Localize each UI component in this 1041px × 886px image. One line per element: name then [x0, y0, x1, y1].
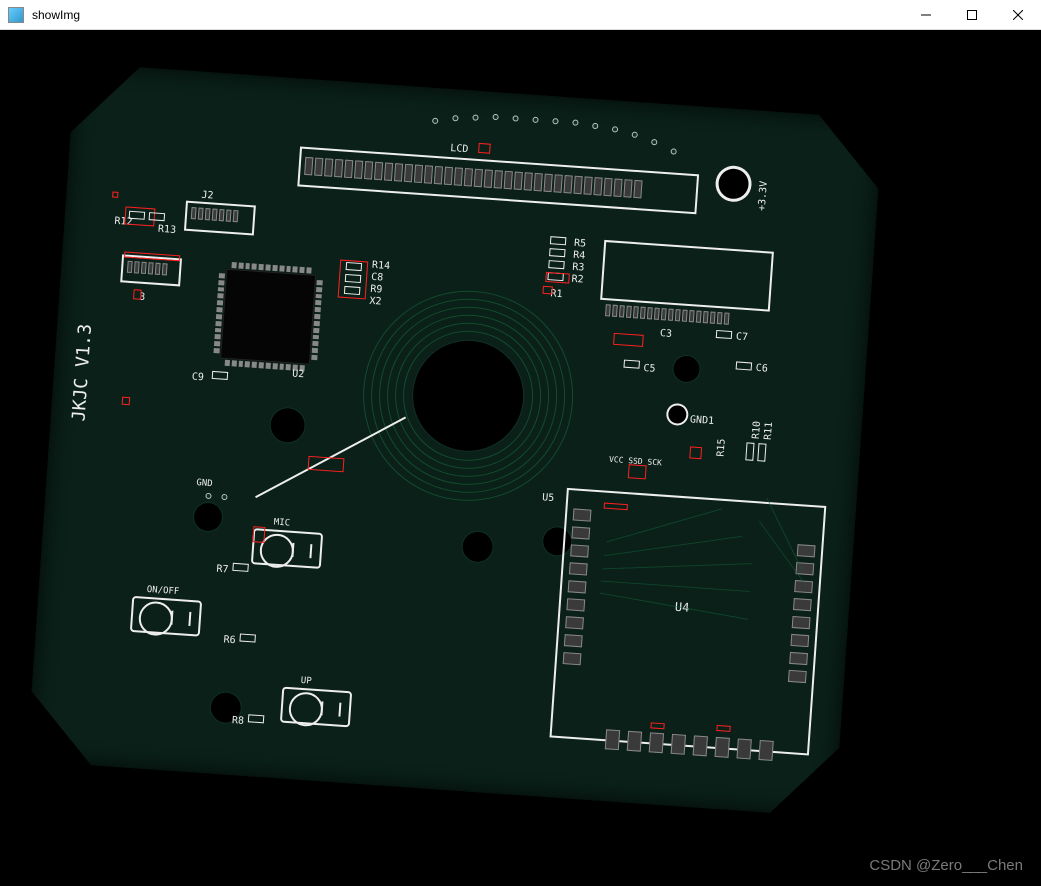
up-label: UP	[300, 676, 312, 687]
defect-mark	[112, 192, 118, 198]
gnd1-label: GND1	[690, 414, 715, 427]
r8-label: R8	[231, 715, 244, 727]
defect-mark	[478, 143, 491, 154]
defect-mark	[308, 456, 345, 472]
r15-label: R15	[715, 438, 727, 457]
window-title: showImg	[32, 8, 80, 22]
mounting-hole	[462, 531, 494, 563]
onoff-label: ON/OFF	[146, 585, 179, 597]
lcd-label: LCD	[450, 143, 469, 155]
right-ic-outline	[600, 240, 774, 312]
defect-mark	[650, 722, 664, 729]
x2-label: X2	[369, 296, 382, 308]
r5-label: R5	[574, 238, 587, 250]
pcb-board: JKJC V1.3 LCD	[27, 63, 884, 818]
c5-label: C5	[643, 363, 656, 375]
r11-label: R11	[763, 422, 775, 441]
board-version-label: JKJC V1.3	[68, 323, 96, 422]
r3-label: R3	[572, 262, 585, 274]
c9-label: C9	[191, 371, 204, 383]
c3-label: C3	[660, 328, 673, 340]
close-icon	[1013, 10, 1023, 20]
titlebar[interactable]: showImg	[0, 0, 1041, 30]
app-icon	[8, 7, 24, 23]
defect-mark	[252, 526, 265, 543]
gnd-label: GND	[196, 478, 213, 489]
mounting-hole	[718, 168, 750, 200]
c6-label: C6	[755, 363, 768, 375]
r10-label: R10	[751, 421, 763, 440]
defect-mark	[716, 725, 730, 732]
watermark-text: CSDN @Zero___Chen	[869, 857, 1023, 874]
r9-label: R9	[370, 284, 383, 296]
u2-chip	[220, 269, 316, 365]
r6-label: R6	[223, 634, 236, 646]
c8-label: C8	[371, 272, 384, 284]
onoff-switch	[130, 596, 202, 637]
maximize-button[interactable]	[949, 0, 995, 30]
defect-mark	[542, 286, 553, 295]
app-window: showImg JKJC V1.3 LCD	[0, 0, 1041, 886]
close-button[interactable]	[995, 0, 1041, 30]
r7-label: R7	[216, 564, 229, 576]
u4-outline	[549, 488, 826, 756]
mounting-hole	[269, 407, 305, 443]
u2-label: U2	[292, 368, 305, 380]
r14-label: R14	[372, 260, 391, 272]
c7-label: C7	[735, 331, 748, 343]
up-switch	[280, 687, 352, 728]
minimize-button[interactable]	[903, 0, 949, 30]
mic-label: MIC	[273, 518, 290, 529]
gnd1-hole	[668, 405, 687, 424]
defect-mark	[122, 397, 131, 406]
defect-mark	[689, 446, 702, 459]
maximize-icon	[967, 10, 977, 20]
u5-label: U5	[542, 492, 555, 504]
r4-label: R4	[573, 250, 586, 262]
image-viewport[interactable]: JKJC V1.3 LCD	[0, 30, 1041, 886]
defect-mark	[133, 289, 142, 300]
window-controls	[903, 0, 1041, 30]
mounting-hole	[193, 502, 223, 532]
voltage-label: +3.3V	[757, 181, 770, 212]
defect-mark	[628, 464, 647, 479]
defect-mark	[613, 333, 644, 347]
r13-label: R13	[158, 224, 177, 236]
minimize-icon	[921, 10, 931, 20]
mounting-hole	[673, 355, 701, 383]
defect-mark	[545, 272, 570, 284]
j2-label: J2	[201, 190, 214, 202]
r2-label: R2	[571, 274, 584, 286]
